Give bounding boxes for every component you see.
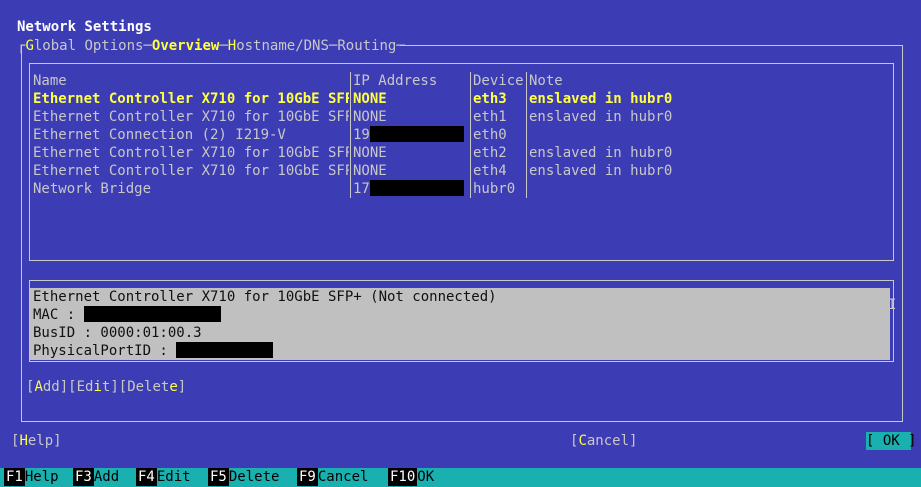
cell-ip: NONE [353,163,387,179]
tab-bar: ┌Global Options─Overview─Hostname/DNS─Ro… [17,38,405,54]
cell-device: eth3 [473,91,507,107]
details-panel: Ethernet Controller X710 for 10GbE SFP+ … [30,288,890,360]
table-row[interactable]: Ethernet Controller X710 for 10GbE SFP+ … [33,144,873,162]
redacted-mac [83,306,221,322]
cell-device: eth1 [473,109,507,125]
table-header: Name IP Address Device Note [33,72,873,90]
header-ip-address[interactable]: IP Address [353,72,469,90]
delete-button[interactable]: [Delete] [119,379,186,395]
redacted-port-id [176,342,274,358]
cell-note: enslaved in hubr0 [529,145,673,161]
fkey-ok[interactable]: F10 OK [388,468,434,487]
frame-right [902,45,903,421]
tab-global-options[interactable]: Global Options [25,38,143,54]
cell-name: Ethernet Connection (2) I219-V [33,127,286,143]
cell-ip: NONE [353,109,387,125]
details-mac: MAC : [33,306,887,324]
scrollbar-thumb[interactable]: I [888,296,896,314]
tab-hostname-dns[interactable]: Hostname/DNS [228,38,329,54]
details-description: Ethernet Controller X710 for 10GbE SFP+ … [33,289,497,305]
cell-ip: 19 [353,126,469,144]
cell-name: Ethernet Controller X710 for 10GbE SFP+ [33,91,349,107]
cell-note: enslaved in hubr0 [529,163,673,179]
function-key-bar: F1 Help F3 Add F4 Edit F5 Delete F9 Cancel F1… [0,468,921,487]
redacted-ip [369,126,464,142]
table-row[interactable]: Ethernet Controller X710 for 10GbE SFP+ … [33,108,873,126]
ok-button[interactable]: [ OK ] [866,432,917,450]
help-button[interactable]: [Help] [11,432,62,450]
header-device[interactable]: Device [473,72,525,90]
cell-name: Ethernet Controller X710 for 10GbE SFP+ [33,145,349,161]
cell-ip: NONE [353,91,387,107]
fkey-help[interactable]: F1 Help [4,468,59,487]
details-busid: BusID : 0000:01:00.3 [33,325,202,341]
fkey-cancel[interactable]: F9 Cancel [297,468,368,487]
details-physical-port: PhysicalPortID : [33,342,887,360]
tab-overview[interactable]: Overview [152,38,219,54]
table-row[interactable]: Network Bridge 17 hubr0 [33,180,873,198]
fkey-delete[interactable]: F5 Delete [208,468,279,487]
table-row-selected[interactable]: Ethernet Controller X710 for 10GbE SFP+ … [33,90,873,108]
table-row[interactable]: Ethernet Connection (2) I219-V 19 eth0 [33,126,873,144]
frame-bottom [21,421,903,422]
tab-routing[interactable]: Routing [337,38,396,54]
fkey-edit[interactable]: F4 Edit [136,468,191,487]
cell-note: enslaved in hubr0 [529,91,673,107]
header-note[interactable]: Note [529,72,829,90]
add-button[interactable]: [Add] [26,379,68,395]
fkey-add[interactable]: F3 Add [73,468,119,487]
cell-device: hubr0 [473,181,516,197]
redacted-ip [369,180,464,196]
cell-device: eth2 [473,145,507,161]
cell-ip: NONE [353,145,387,161]
cancel-button[interactable]: [Cancel] [570,432,637,450]
cell-note: enslaved in hubr0 [529,109,673,125]
cell-name: Ethernet Controller X710 for 10GbE SFP+ [33,109,349,125]
action-buttons: [Add][Edit][Delete] [26,378,186,396]
cell-name: Ethernet Controller X710 for 10GbE SFP+ [33,163,349,179]
cell-device: eth4 [473,163,507,179]
edit-button[interactable]: [Edit] [68,379,119,395]
cell-name: Network Bridge [33,181,152,197]
header-name[interactable]: Name [33,72,349,90]
frame-left [21,45,22,421]
cell-device: eth0 [473,127,507,143]
window-title: Network Settings [17,19,152,35]
frame-top [400,45,903,46]
table-row[interactable]: Ethernet Controller X710 for 10GbE SFP+ … [33,162,873,180]
cell-ip: 17 [353,180,469,198]
